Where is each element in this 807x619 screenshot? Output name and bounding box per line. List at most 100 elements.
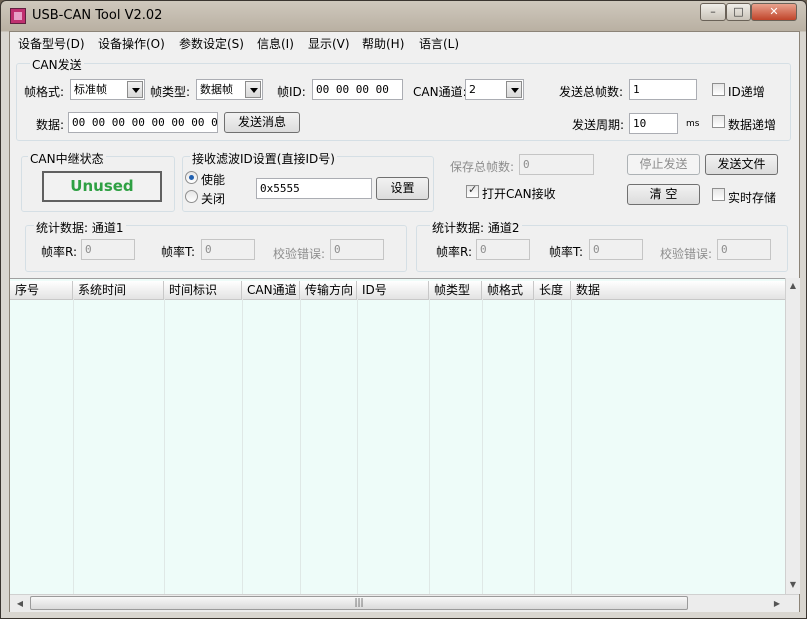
can-send-group-label: CAN发送 [30, 56, 84, 73]
menu-parameter-settings[interactable]: 参数设定(S) [179, 35, 244, 52]
message-table[interactable]: 序号 系统时间 时间标识 CAN通道 传输方向 ID号 帧类型 帧格式 长度 数… [10, 278, 799, 595]
maximize-button[interactable]: □ [726, 3, 751, 21]
rx-filter-label: 接收滤波ID设置(直接ID号) [190, 150, 337, 167]
frame-format-value: 标准帧 [74, 83, 107, 96]
ch2-rate-t-value: 0 [589, 239, 643, 260]
column-header-index[interactable]: 序号 [10, 281, 73, 299]
column-header-length[interactable]: 长度 [534, 281, 571, 299]
column-header-system-time[interactable]: 系统时间 [73, 281, 164, 299]
column-header-timestamp[interactable]: 时间标识 [164, 281, 242, 299]
data-increment-checkbox[interactable] [712, 115, 725, 128]
stats-channel2-label: 统计数据: 通道2 [430, 219, 522, 236]
frame-id-input[interactable]: 00 00 00 00 [312, 79, 403, 100]
app-icon [10, 8, 26, 24]
column-header-id[interactable]: ID号 [357, 281, 429, 299]
window-title: USB-CAN Tool V2.02 [32, 8, 163, 23]
can-channel-select[interactable]: 2 [465, 79, 524, 100]
column-divider [357, 299, 358, 595]
column-divider [73, 299, 74, 595]
chevron-down-icon [245, 81, 261, 98]
clear-button[interactable]: 清 空 [627, 184, 700, 205]
can-channel-value: 2 [469, 83, 476, 96]
filter-disable-radio[interactable] [185, 190, 198, 203]
scroll-down-arrow-icon[interactable]: ▼ [786, 577, 800, 592]
horizontal-scrollbar[interactable]: ◀ ||| ▶ [10, 594, 799, 612]
column-divider [571, 299, 572, 595]
ch2-check-error-label: 校验错误: [660, 247, 713, 261]
ch1-rate-r-label: 帧率R: [41, 245, 78, 259]
menu-help[interactable]: 帮助(H) [362, 35, 404, 52]
frame-type-label: 帧类型: [150, 85, 191, 99]
ch1-check-error-value: 0 [330, 239, 384, 260]
column-divider [242, 299, 243, 595]
open-can-rx-checkbox[interactable] [466, 183, 479, 198]
frame-format-label: 帧格式: [24, 85, 65, 99]
ch2-check-error-value: 0 [717, 239, 771, 260]
data-increment-label: 数据递增 [728, 118, 777, 132]
save-total-input: 0 [519, 154, 594, 175]
table-header: 序号 系统时间 时间标识 CAN通道 传输方向 ID号 帧类型 帧格式 长度 数… [10, 281, 785, 300]
filter-set-button[interactable]: 设置 [376, 177, 429, 200]
menu-device-model[interactable]: 设备型号(D) [18, 35, 85, 52]
client-area: 设备型号(D) 设备操作(O) 参数设定(S) 信息(I) 显示(V) 帮助(H… [9, 31, 800, 612]
open-can-rx-label: 打开CAN接收 [482, 187, 556, 201]
filter-enable-radio[interactable] [185, 171, 198, 184]
ch2-rate-r-value: 0 [476, 239, 530, 260]
relay-status-label: CAN中继状态 [28, 150, 106, 167]
menu-device-operation[interactable]: 设备操作(O) [98, 35, 165, 52]
column-header-frame-type[interactable]: 帧类型 [429, 281, 482, 299]
can-channel-label: CAN通道: [413, 85, 467, 99]
data-input[interactable]: 00 00 00 00 00 00 00 00 [68, 112, 218, 133]
ch1-check-error-label: 校验错误: [273, 247, 326, 261]
column-divider [300, 299, 301, 595]
menu-bar: 设备型号(D) 设备操作(O) 参数设定(S) 信息(I) 显示(V) 帮助(H… [10, 32, 799, 52]
scroll-up-arrow-icon[interactable]: ▲ [786, 278, 800, 293]
scroll-left-arrow-icon[interactable]: ◀ [13, 596, 27, 611]
frame-id-label: 帧ID: [277, 85, 306, 99]
minimize-button[interactable]: – [700, 3, 726, 21]
total-frames-input[interactable]: 1 [629, 79, 697, 100]
column-header-frame-format[interactable]: 帧格式 [482, 281, 534, 299]
stop-send-button[interactable]: 停止发送 [627, 154, 700, 175]
ch1-rate-t-label: 帧率T: [161, 245, 196, 259]
menu-info[interactable]: 信息(I) [257, 35, 294, 52]
column-header-can-channel[interactable]: CAN通道 [242, 281, 300, 299]
send-period-label: 发送周期: [572, 118, 625, 132]
send-message-button[interactable]: 发送消息 [224, 112, 300, 133]
save-total-label: 保存总帧数: [450, 160, 515, 174]
menu-display[interactable]: 显示(V) [308, 35, 350, 52]
realtime-save-label: 实时存储 [728, 191, 777, 205]
frame-format-select[interactable]: 标准帧 [70, 79, 145, 100]
scroll-right-arrow-icon[interactable]: ▶ [770, 596, 784, 611]
column-divider [429, 299, 430, 595]
horizontal-scroll-thumb[interactable]: ||| [30, 596, 688, 610]
id-increment-checkbox[interactable] [712, 83, 725, 96]
column-header-direction[interactable]: 传输方向 [300, 281, 357, 299]
ch1-rate-t-value: 0 [201, 239, 255, 260]
ch2-rate-r-label: 帧率R: [436, 245, 473, 259]
filter-disable-label: 关闭 [201, 192, 226, 206]
frame-type-select[interactable]: 数据帧 [196, 79, 263, 100]
send-period-input[interactable]: 10 [629, 113, 678, 134]
period-unit: ms [686, 119, 700, 129]
app-window: USB-CAN Tool V2.02 – □ ✕ 设备型号(D) 设备操作(O)… [0, 0, 807, 619]
menu-language[interactable]: 语言(L) [419, 35, 459, 52]
stats-channel1-label: 统计数据: 通道1 [34, 219, 126, 236]
send-file-button[interactable]: 发送文件 [705, 154, 778, 175]
realtime-save-checkbox[interactable] [712, 188, 725, 201]
ch2-rate-t-label: 帧率T: [549, 245, 584, 259]
close-button[interactable]: ✕ [751, 3, 797, 21]
filter-id-input[interactable]: 0x5555 [256, 178, 372, 199]
vertical-scrollbar[interactable]: ▲ ▼ [785, 278, 800, 594]
total-frames-label: 发送总帧数: [559, 85, 624, 99]
column-header-data[interactable]: 数据 [571, 281, 785, 299]
column-divider [534, 299, 535, 595]
frame-type-value: 数据帧 [200, 83, 233, 96]
filter-enable-label: 使能 [201, 173, 226, 187]
relay-status-value: Unused [42, 171, 162, 202]
column-divider [164, 299, 165, 595]
ch1-rate-r-value: 0 [81, 239, 135, 260]
chevron-down-icon [127, 81, 143, 98]
data-label: 数据: [36, 118, 65, 132]
title-bar[interactable]: USB-CAN Tool V2.02 – □ ✕ [1, 1, 806, 31]
